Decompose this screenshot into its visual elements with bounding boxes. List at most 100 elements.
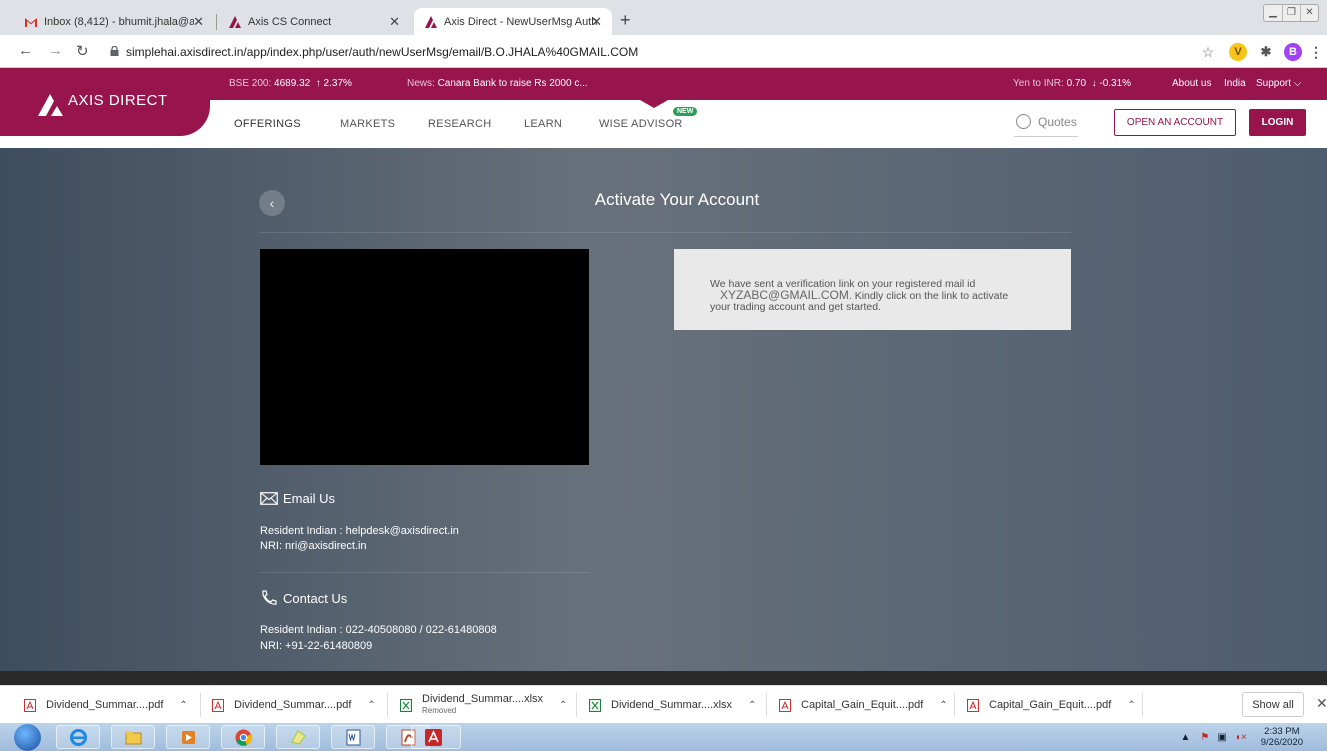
download-filename: Dividend_Summar....pdf — [46, 699, 164, 711]
chevron-up-icon[interactable]: ⌃ — [748, 700, 756, 711]
new-tab-button[interactable]: + — [620, 10, 631, 31]
redacted-image — [260, 249, 589, 465]
bse-label: BSE 200: — [229, 78, 272, 89]
download-separator — [1142, 693, 1143, 717]
download-filename: Dividend_Summar....xlsx — [422, 693, 544, 705]
logo-block[interactable]: AXIS DIRECT — [0, 68, 210, 136]
download-item[interactable]: Capital_Gain_Equit....pdf ⌃ — [779, 686, 948, 724]
menu-learn[interactable]: LEARN — [524, 118, 562, 130]
taskbar-chrome-button[interactable] — [221, 725, 265, 749]
taskbar-clock[interactable]: 2:33 PM 9/26/2020 — [1261, 726, 1303, 748]
close-tab-icon[interactable]: ✕ — [591, 14, 602, 30]
chrome-icon — [235, 729, 253, 746]
close-window-button[interactable]: ✕ — [1300, 5, 1318, 21]
tray-network-icon[interactable]: ▣ — [1217, 732, 1226, 743]
download-filename: Dividend_Summar....pdf — [234, 699, 352, 711]
contact-us-title: Contact Us — [283, 590, 348, 606]
contact-divider — [260, 572, 589, 573]
show-all-downloads-button[interactable]: Show all — [1242, 692, 1304, 717]
file-explorer-icon — [125, 731, 142, 745]
acrobat-icon — [425, 729, 442, 746]
contact-us-heading: Contact Us — [260, 590, 347, 606]
gmail-icon — [25, 17, 37, 27]
site-footer-strip — [0, 671, 1327, 685]
browser-menu-icon[interactable]: ⋮ — [1307, 43, 1325, 61]
chevron-up-icon[interactable]: ⌃ — [559, 700, 567, 711]
country-link[interactable]: India — [1224, 78, 1246, 89]
download-filename: Capital_Gain_Equit....pdf — [989, 699, 1112, 711]
excel-file-icon — [400, 698, 412, 712]
email-us-heading: Email Us — [260, 491, 335, 506]
menu-offerings[interactable]: OFFERINGS — [234, 118, 301, 130]
tab-axis-direct-active[interactable]: Axis Direct - NewUserMsg Auth ✕ — [414, 8, 612, 35]
extensions-puzzle-icon[interactable]: ✱ — [1257, 43, 1275, 61]
download-item[interactable]: Dividend_Summar....pdf ⌃ — [212, 686, 376, 724]
about-us-link[interactable]: About us — [1172, 78, 1211, 89]
new-badge: NEW — [673, 107, 698, 116]
login-button[interactable]: LOGIN — [1249, 109, 1306, 136]
bse-ticker[interactable]: BSE 200: 4689.32 ↑ 2.37% — [229, 78, 352, 89]
tab-axis-cs-connect[interactable]: Axis CS Connect ✕ — [218, 8, 410, 35]
menu-wise-advisor[interactable]: WISE ADVISOR — [599, 118, 683, 130]
download-status: Removed — [422, 706, 457, 715]
profile-avatar[interactable]: B — [1284, 43, 1302, 61]
search-icon — [1016, 114, 1031, 129]
download-filename: Dividend_Summar....xlsx — [611, 699, 733, 711]
pdf-file-icon — [967, 698, 979, 712]
menu-research[interactable]: RESEARCH — [428, 118, 492, 130]
chevron-up-icon[interactable]: ⌃ — [179, 700, 187, 711]
main-content: ‹ Activate Your Account We have sent a v… — [0, 148, 1327, 671]
download-item[interactable]: Dividend_Summar....xlsx Removed ⌃ — [400, 686, 567, 724]
quotes-search-input[interactable]: Quotes — [1038, 115, 1077, 129]
extension-v-icon[interactable]: V — [1229, 43, 1247, 61]
tray-flag-icon[interactable]: ⚑ — [1200, 732, 1209, 743]
taskbar-acrobat-button[interactable] — [411, 725, 461, 749]
open-account-button[interactable]: OPEN AN ACCOUNT — [1114, 109, 1236, 136]
fx-ticker[interactable]: Yen to INR: 0.70 ↓ -0.31% — [1013, 78, 1131, 89]
browser-tab-strip: Inbox (8,412) - bhumit.jhala@axis ✕ Axis… — [0, 0, 1327, 35]
minimize-button[interactable]: ▁ — [1264, 5, 1282, 21]
close-tab-icon[interactable]: ✕ — [389, 14, 400, 30]
windows-start-button[interactable] — [14, 724, 41, 751]
support-dropdown[interactable]: Support ⌵ — [1256, 78, 1301, 89]
contact-nri: NRI: +91-22-61480809 — [260, 640, 373, 652]
email-nri[interactable]: NRI: nri@axisdirect.in — [260, 540, 367, 552]
news-ticker[interactable]: News: Canara Bank to raise Rs 2000 c... — [407, 78, 588, 89]
contact-resident: Resident Indian : 022-40508080 / 022-614… — [260, 624, 497, 636]
close-download-shelf-icon[interactable]: ✕ — [1316, 695, 1327, 712]
site-header: AXIS DIRECT BSE 200: 4689.32 ↑ 2.37% New… — [0, 68, 1327, 148]
maximize-button[interactable]: ❐ — [1282, 5, 1300, 21]
tray-volume-icon[interactable]: ◖× — [1235, 732, 1247, 743]
verification-message-box: We have sent a verification link on your… — [674, 249, 1071, 330]
chevron-up-icon[interactable]: ⌃ — [1127, 700, 1135, 711]
clock-time: 2:33 PM — [1264, 726, 1300, 737]
taskbar-app-button[interactable] — [276, 725, 320, 749]
message-email: XYZABC@GMAIL.COM — [720, 288, 849, 302]
close-tab-icon[interactable]: ✕ — [193, 14, 204, 30]
excel-file-icon — [589, 698, 601, 712]
news-text: Canara Bank to raise Rs 2000 c... — [437, 78, 588, 89]
forward-arrow-icon[interactable]: → — [48, 42, 63, 59]
download-item[interactable]: Dividend_Summar....xlsx ⌃ — [589, 686, 756, 724]
chevron-up-icon[interactable]: ⌃ — [939, 700, 947, 711]
email-resident[interactable]: Resident Indian : helpdesk@axisdirect.in — [260, 525, 459, 537]
taskbar-media-button[interactable] — [166, 725, 210, 749]
tab-gmail-inbox[interactable]: Inbox (8,412) - bhumit.jhala@axis ✕ — [14, 8, 214, 35]
back-arrow-icon[interactable]: ← — [18, 42, 33, 59]
menu-markets[interactable]: MARKETS — [340, 118, 395, 130]
taskbar-word-button[interactable] — [331, 725, 375, 749]
url-field[interactable]: simplehai.axisdirect.in/app/index.php/us… — [126, 45, 638, 59]
download-item[interactable]: Dividend_Summar....pdf ⌃ — [24, 686, 188, 724]
download-item[interactable]: Capital_Gain_Equit....pdf ⌃ — [967, 686, 1136, 724]
chevron-up-icon[interactable]: ⌃ — [367, 700, 375, 711]
quotes-search[interactable]: Quotes — [1014, 113, 1078, 137]
tray-expand-icon[interactable]: ▲ — [1181, 732, 1191, 743]
page-title: Activate Your Account — [594, 190, 760, 209]
fx-change: ↓ -0.31% — [1091, 78, 1132, 89]
reload-icon[interactable]: ↻ — [76, 42, 89, 60]
bookmark-star-icon[interactable]: ☆ — [1199, 43, 1217, 61]
download-separator — [387, 693, 388, 717]
taskbar-ie-button[interactable] — [56, 725, 100, 749]
taskbar-explorer-button[interactable] — [111, 725, 155, 749]
app-icon — [291, 730, 306, 745]
